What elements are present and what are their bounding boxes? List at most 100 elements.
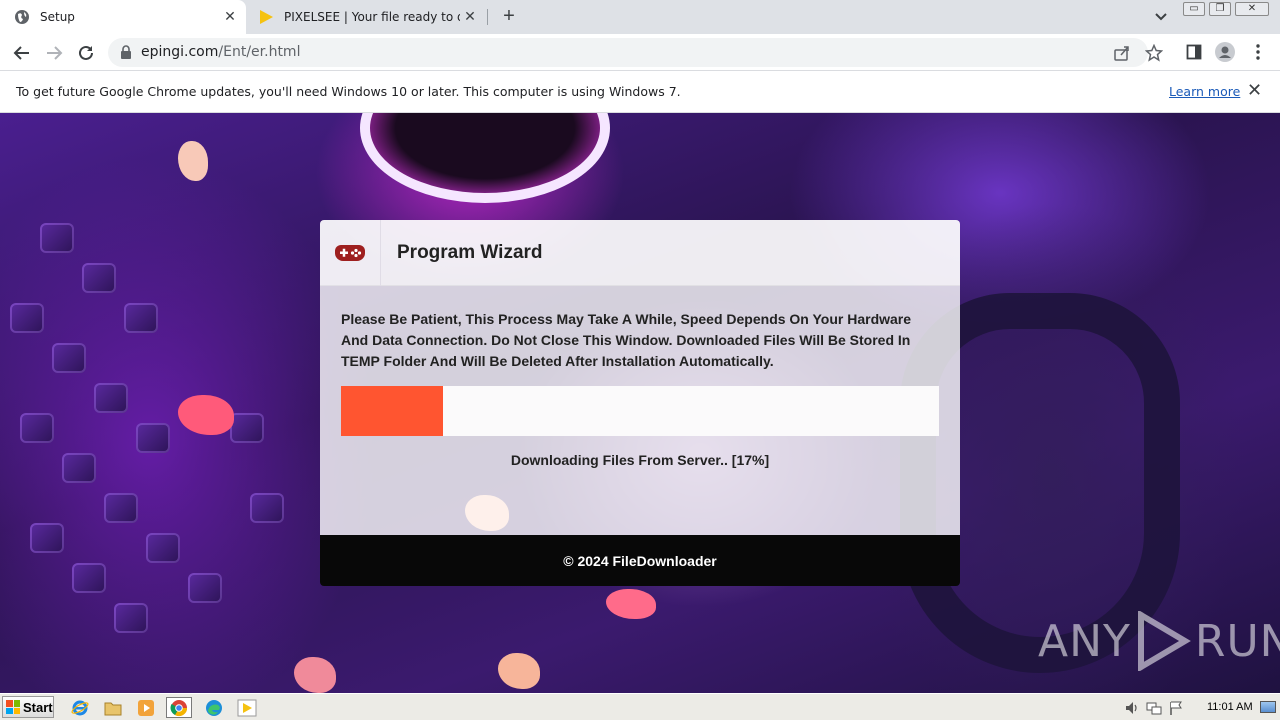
gamepad-icon <box>335 245 365 261</box>
media-player-icon <box>138 699 154 716</box>
taskbar-explorer[interactable] <box>100 697 126 718</box>
tab-title: Setup <box>40 10 75 24</box>
taskbar-pixelsee[interactable] <box>234 697 260 718</box>
taskbar-chrome[interactable] <box>166 697 192 718</box>
url-path: /Ent/er.html <box>218 44 301 60</box>
background-keycap <box>104 493 138 523</box>
background-keycap <box>250 493 284 523</box>
forward-arrow-icon <box>47 46 63 60</box>
profile-button[interactable] <box>1215 42 1235 62</box>
windows-flag-icon <box>6 700 20 714</box>
background-candy <box>498 653 540 689</box>
infobar-message: To get future Google Chrome updates, you… <box>16 84 681 99</box>
wizard-title: Program Wizard <box>397 242 543 263</box>
background-keycap <box>20 413 54 443</box>
watermark-left: ANY <box>1038 615 1131 667</box>
background-candy <box>606 589 656 619</box>
forward-button[interactable] <box>41 40 67 66</box>
action-center-flag-icon[interactable] <box>1168 700 1184 716</box>
side-panel-icon <box>1186 44 1202 60</box>
pixelsee-play-icon <box>237 699 257 716</box>
background-keycap <box>82 263 116 293</box>
taskbar-clock[interactable]: 11:01 AM <box>1207 701 1253 713</box>
show-desktop-button[interactable] <box>1260 701 1276 713</box>
background-keycap <box>114 603 148 633</box>
background-keycap <box>30 523 64 553</box>
side-panel-button[interactable] <box>1184 42 1204 62</box>
background-keycap <box>146 533 180 563</box>
profile-avatar-icon <box>1215 42 1235 62</box>
anyrun-watermark: ANY RUN <box>1038 610 1280 672</box>
download-status: Downloading Files From Server.. [17%] <box>510 452 770 468</box>
close-window-button[interactable]: ✕ <box>1235 2 1269 16</box>
background-keycap <box>52 343 86 373</box>
back-arrow-icon <box>13 46 29 60</box>
tab-strip: Setup ✕ PIXELSEE | Your file ready to do… <box>0 0 1280 34</box>
tab-pixelsee[interactable]: PIXELSEE | Your file ready to download ✕ <box>248 0 486 34</box>
taskbar-internet-explorer[interactable] <box>67 697 93 718</box>
reload-button[interactable] <box>73 40 99 66</box>
tab-setup[interactable]: Setup ✕ <box>0 0 246 34</box>
download-progress-bar <box>341 386 939 436</box>
tab-search-chevron-icon[interactable] <box>1150 6 1172 28</box>
learn-more-link[interactable]: Learn more <box>1169 84 1240 99</box>
background-candy <box>178 141 208 181</box>
globe-icon <box>15 10 29 24</box>
infobar-close-icon[interactable]: ✕ <box>1247 82 1262 100</box>
new-tab-button[interactable]: + <box>498 6 520 28</box>
taskbar-edge[interactable] <box>201 697 227 718</box>
background-keycap <box>10 303 44 333</box>
tab-separator <box>487 9 488 25</box>
edge-icon <box>206 699 222 716</box>
browser-toolbar: epingi.com/Ent/er.html <box>0 34 1280 71</box>
watermark-right: RUN <box>1194 615 1280 667</box>
taskbar-media-player[interactable] <box>133 697 159 718</box>
background-candy <box>294 657 336 693</box>
wizard-footer: © 2024 FileDownloader <box>320 535 960 586</box>
folder-icon <box>104 702 122 715</box>
background-keycap <box>72 563 106 593</box>
program-wizard-dialog: Program Wizard Please Be Patient, This P… <box>320 220 960 586</box>
start-label: Start <box>23 699 53 715</box>
wizard-message: Please Be Patient, This Process May Take… <box>341 311 912 369</box>
wizard-icon-box <box>320 220 381 286</box>
minimize-button[interactable]: ▭ <box>1183 2 1205 16</box>
background-candy <box>178 395 234 435</box>
close-tab-icon[interactable]: ✕ <box>460 7 480 27</box>
bookmark-star-icon[interactable] <box>1145 44 1163 62</box>
share-icon[interactable] <box>1113 44 1131 62</box>
background-keycap <box>94 383 128 413</box>
wizard-header: Program Wizard <box>320 220 960 286</box>
background-keycap <box>188 573 222 603</box>
progress-bar-fill <box>341 386 443 436</box>
system-tray <box>1124 698 1190 718</box>
chrome-menu-button[interactable] <box>1248 42 1268 62</box>
lock-icon[interactable] <box>120 45 132 59</box>
anyrun-play-logo-icon <box>1137 611 1191 671</box>
chrome-icon <box>170 699 188 716</box>
background-keycap <box>40 223 74 253</box>
network-icon[interactable] <box>1146 700 1162 716</box>
address-bar[interactable]: epingi.com/Ent/er.html <box>108 38 1163 67</box>
tab-title: PIXELSEE | Your file ready to download <box>284 10 460 24</box>
background-cup-decoration <box>360 113 610 203</box>
update-infobar: To get future Google Chrome updates, you… <box>0 71 1280 113</box>
close-tab-icon[interactable]: ✕ <box>220 7 240 27</box>
footer-copyright: © 2024 FileDownloader <box>563 552 717 569</box>
volume-icon[interactable] <box>1124 700 1140 716</box>
start-button[interactable]: Start <box>2 696 54 718</box>
pixelsee-play-icon <box>260 10 273 24</box>
background-keycap <box>230 413 264 443</box>
url-text[interactable]: epingi.com/Ent/er.html <box>141 44 300 60</box>
background-keycap <box>62 453 96 483</box>
windows-taskbar: Start 11:01 AM <box>0 693 1280 720</box>
background-keycap <box>136 423 170 453</box>
back-button[interactable] <box>9 40 35 66</box>
wizard-body: Please Be Patient, This Process May Take… <box>320 286 960 535</box>
background-keycap <box>124 303 158 333</box>
kebab-menu-icon <box>1256 44 1260 60</box>
url-host: epingi.com <box>141 44 219 60</box>
restore-button[interactable]: ❐ <box>1209 2 1231 16</box>
reload-icon <box>79 45 93 60</box>
internet-explorer-icon <box>71 700 89 715</box>
